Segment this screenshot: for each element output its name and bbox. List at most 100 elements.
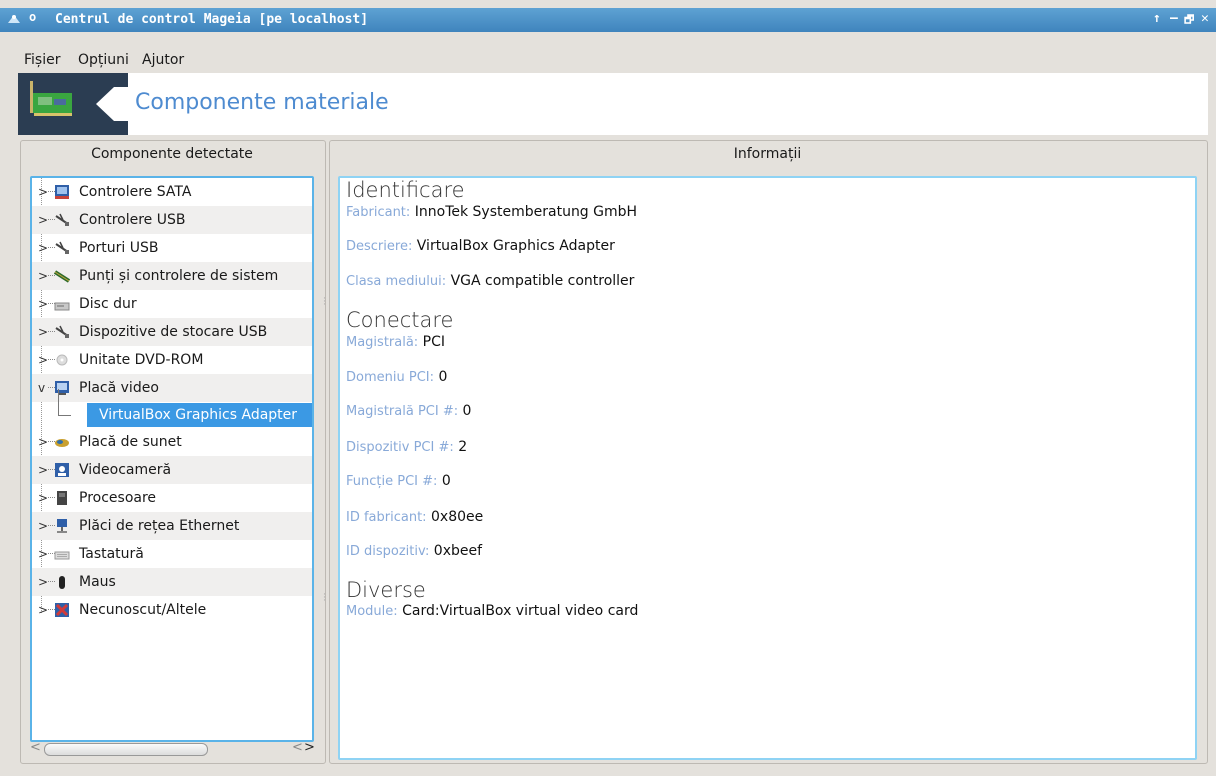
- expand-arrow[interactable]: >: [38, 262, 48, 290]
- tree-item-usb-storage[interactable]: > Dispozitive de stocare USB: [32, 318, 312, 346]
- splitter-handle[interactable]: · · ·: [323, 295, 326, 310]
- section-connection: Conectare: [346, 308, 454, 332]
- field-value: InnoTek Systemberatung GmbH: [414, 204, 638, 220]
- field-key: Descriere:: [346, 239, 413, 254]
- usb-icon: [55, 241, 69, 254]
- expand-arrow[interactable]: >: [38, 318, 48, 346]
- field-key: Magistrală:: [346, 335, 419, 350]
- tree-item-hard-disk[interactable]: > Disc dur: [32, 290, 312, 318]
- tree-item-label: Placă video: [79, 380, 159, 396]
- usb-icon: [55, 325, 69, 338]
- scroll-left-arrow[interactable]: <: [292, 740, 303, 755]
- tree-item-mouse[interactable]: > Maus: [32, 568, 312, 596]
- tree-item-sata[interactable]: > Controlere SATA: [32, 178, 312, 206]
- scroll-right-arrow[interactable]: >: [304, 740, 315, 755]
- expand-arrow[interactable]: >: [38, 484, 48, 512]
- banner-title: Componente materiale: [135, 90, 389, 115]
- field-pci-domain: Domeniu PCI: 0: [346, 369, 447, 385]
- tree-item-unknown[interactable]: > Necunoscut/Altele: [32, 596, 312, 624]
- maximize-button[interactable]: 🗗: [1184, 11, 1194, 30]
- field-value: 0: [462, 403, 472, 419]
- device-tree[interactable]: > Controlere SATA > Controlere USB > Por…: [30, 176, 314, 742]
- field-key: Magistrală PCI #:: [346, 404, 459, 419]
- menu-file[interactable]: Fișier: [24, 52, 60, 68]
- sata-controller-icon: [55, 185, 69, 199]
- keyboard-icon: [54, 551, 70, 560]
- field-value: VirtualBox Graphics Adapter: [416, 238, 615, 254]
- collapse-arrow[interactable]: v: [38, 374, 45, 402]
- field-value: PCI: [422, 334, 445, 350]
- field-value: Card:VirtualBox virtual video card: [402, 603, 639, 619]
- field-value: 0x80ee: [431, 509, 484, 525]
- expand-arrow[interactable]: >: [38, 512, 48, 540]
- expand-arrow[interactable]: >: [38, 540, 48, 568]
- left-panel-header: Componente detectate: [91, 146, 253, 162]
- tree-item-webcam[interactable]: > Videocameră: [32, 456, 312, 484]
- field-value: VGA compatible controller: [450, 273, 635, 289]
- banner: Componente materiale: [18, 73, 1208, 135]
- field-media-class: Clasa mediului: VGA compatible controlle…: [346, 273, 634, 289]
- expand-arrow[interactable]: >: [38, 290, 48, 318]
- tree-item-video-card[interactable]: v Placă video: [32, 374, 312, 402]
- mageia-app-icon[interactable]: [6, 11, 22, 27]
- expand-arrow[interactable]: >: [38, 456, 48, 484]
- close-button[interactable]: ✕: [1201, 11, 1209, 26]
- tree-item-processors[interactable]: > Procesoare: [32, 484, 312, 512]
- section-misc: Diverse: [346, 578, 426, 602]
- bridge-icon: [54, 270, 70, 283]
- window-titlebar[interactable]: o Centrul de control Mageia [pe localhos…: [0, 8, 1216, 32]
- tree-item-label: Controlere USB: [79, 212, 186, 228]
- tree-item-label: Procesoare: [79, 490, 157, 506]
- unknown-device-icon: [55, 603, 69, 617]
- tree-horizontal-scrollbar[interactable]: < < >: [30, 740, 315, 758]
- field-key: Domeniu PCI:: [346, 370, 434, 385]
- section-identification: Identificare: [346, 178, 465, 202]
- field-key: Module:: [346, 604, 398, 619]
- tree-item-dvd[interactable]: > Unitate DVD-ROM: [32, 346, 312, 374]
- window-menu-dot[interactable]: o: [29, 10, 36, 24]
- scroll-left-arrow[interactable]: <: [30, 740, 41, 755]
- tree-item-usb-controllers[interactable]: > Controlere USB: [32, 206, 312, 234]
- field-module: Module: Card:VirtualBox virtual video ca…: [346, 603, 638, 619]
- field-key: Dispozitiv PCI #:: [346, 440, 454, 455]
- field-value: 0: [438, 369, 448, 385]
- tree-item-label: Videocameră: [79, 462, 172, 478]
- menu-help[interactable]: Ajutor: [142, 52, 184, 68]
- tree-item-label: Necunoscut/Altele: [79, 602, 207, 618]
- tree-item-selected-virtualbox-adapter[interactable]: VirtualBox Graphics Adapter: [87, 403, 312, 427]
- expand-arrow[interactable]: >: [38, 596, 48, 624]
- expand-arrow[interactable]: >: [38, 178, 48, 206]
- tree-child-connector: [58, 389, 71, 416]
- field-vendor: Fabricant: InnoTek Systemberatung GmbH: [346, 204, 637, 220]
- tree-item-label: Disc dur: [79, 296, 137, 312]
- tree-item-usb-ports[interactable]: > Porturi USB: [32, 234, 312, 262]
- sound-card-icon: [55, 439, 69, 447]
- field-description: Descriere: VirtualBox Graphics Adapter: [346, 238, 615, 254]
- tree-item-keyboard[interactable]: > Tastatură: [32, 540, 312, 568]
- splitter-handle[interactable]: · · ·: [323, 591, 326, 606]
- hard-disk-icon: [54, 302, 70, 311]
- tree-item-label: Placă de sunet: [79, 434, 182, 450]
- tree-item-label: Porturi USB: [79, 240, 159, 256]
- network-icon: [57, 519, 67, 533]
- tree-item-label: Tastatură: [79, 546, 144, 562]
- expand-arrow[interactable]: >: [38, 234, 48, 262]
- tree-item-ethernet[interactable]: > Plăci de rețea Ethernet: [32, 512, 312, 540]
- expand-arrow[interactable]: >: [38, 346, 48, 374]
- expand-arrow[interactable]: >: [38, 428, 48, 456]
- tree-item-sound-card[interactable]: > Placă de sunet: [32, 428, 312, 456]
- keep-above-button[interactable]: ↑: [1153, 11, 1161, 26]
- dvd-icon: [56, 354, 68, 366]
- field-key: Funcție PCI #:: [346, 474, 438, 489]
- menu-options[interactable]: Opțiuni: [78, 52, 129, 68]
- expand-arrow[interactable]: >: [38, 206, 48, 234]
- expand-arrow[interactable]: >: [38, 568, 48, 596]
- field-pci-function: Funcție PCI #: 0: [346, 473, 451, 489]
- field-bus: Magistrală: PCI: [346, 334, 445, 350]
- menu-bar: Fișier Opțiuni Ajutor: [0, 49, 1216, 71]
- webcam-icon: [55, 463, 69, 477]
- tree-item-bridges[interactable]: > Punți și controlere de sistem: [32, 262, 312, 290]
- minimize-button[interactable]: –: [1170, 11, 1178, 26]
- field-vendor-id: ID fabricant: 0x80ee: [346, 509, 483, 525]
- scrollbar-thumb[interactable]: [44, 743, 208, 756]
